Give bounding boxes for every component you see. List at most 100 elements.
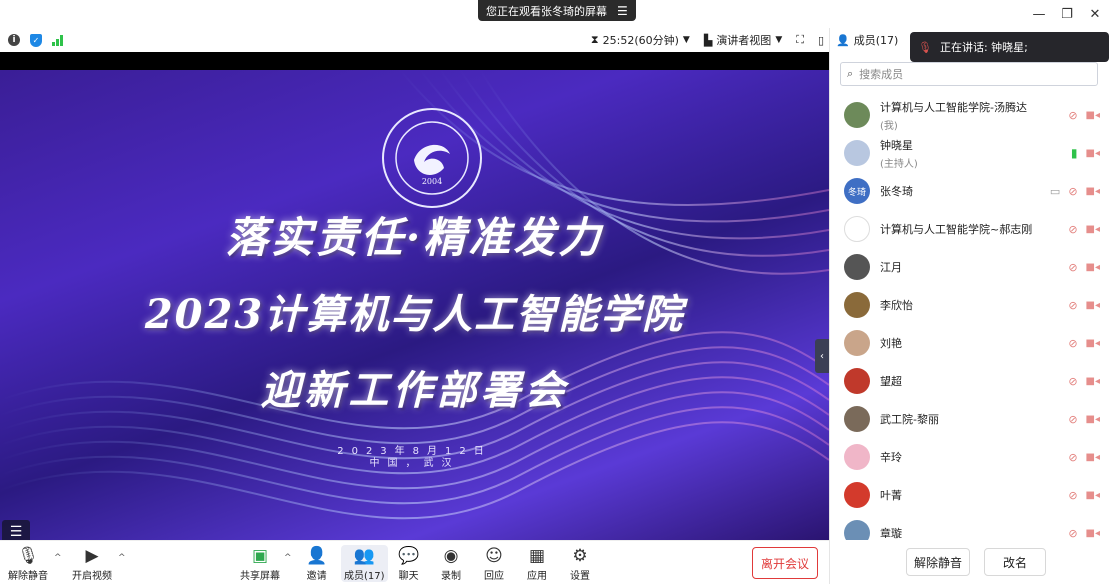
apps-label: 应用	[527, 571, 547, 582]
mic-off-icon[interactable]: ⊘	[1068, 185, 1077, 198]
member-info: 钟晓星 (主持人)	[880, 137, 918, 170]
avatar	[844, 482, 870, 508]
slide-title-line2: 2023计算机与人工智能学院	[144, 291, 685, 338]
camera-off-icon[interactable]: ■◂	[1086, 376, 1100, 387]
members-panel: 👤 成员(17) ⌕ 搜索成员 计算机与人工智能学院-汤腾达 (我) ⊘ ■◂ 钟晓星 (…	[829, 28, 1109, 584]
avatar	[844, 254, 870, 280]
member-row[interactable]: 刘艳 ⊘ ■◂	[830, 324, 1109, 362]
member-status-icons: ▭ ⊘ ■◂	[1050, 185, 1100, 198]
avatar	[844, 520, 870, 540]
mic-off-icon[interactable]: ⊘	[1068, 261, 1077, 274]
invite-button[interactable]: 👤 邀请	[306, 545, 327, 582]
members-button[interactable]: 👥 成员(17)	[341, 545, 388, 582]
avatar	[844, 444, 870, 470]
view-switcher[interactable]: ▙ 演讲者视图 ▼	[704, 32, 782, 48]
member-info: 江月	[880, 259, 902, 275]
member-info: 计算机与人工智能学院-汤腾达 (我)	[880, 99, 1027, 132]
member-name: 望超	[880, 375, 902, 388]
share-screen-label: 共享屏幕	[240, 571, 280, 582]
member-row[interactable]: 望超 ⊘ ■◂	[830, 362, 1109, 400]
mic-off-icon[interactable]: ⊘	[1068, 299, 1077, 312]
member-row[interactable]: 计算机与人工智能学院-汤腾达 (我) ⊘ ■◂	[830, 96, 1109, 134]
leave-meeting-button[interactable]: 离开会议	[752, 547, 818, 579]
member-info: 叶菁	[880, 487, 902, 503]
member-name: 钟晓星	[880, 138, 913, 152]
member-row[interactable]: 章璇 ⊘ ■◂	[830, 514, 1109, 540]
member-status-icons: ⊘ ■◂	[1068, 451, 1100, 464]
mic-off-icon[interactable]: ⊘	[1068, 413, 1077, 426]
camera-off-icon[interactable]: ■◂	[1086, 528, 1100, 539]
screen-share-notice[interactable]: 您正在观看张冬琦的屏幕 ☰	[478, 0, 636, 21]
svg-text:2004: 2004	[422, 177, 442, 186]
chevron-down-icon: ▼	[682, 35, 690, 45]
start-video-button[interactable]: ▶ 开启视频	[72, 545, 112, 582]
share-screen-button[interactable]: ▣ 共享屏幕	[240, 545, 280, 582]
member-row[interactable]: 计算机与人工智能学院~郝志刚 ⊘ ■◂	[830, 210, 1109, 248]
meeting-timer[interactable]: ⧗ 25:52(60分钟) ▼	[591, 32, 690, 48]
camera-off-icon[interactable]: ■◂	[1086, 262, 1100, 273]
member-row[interactable]: 辛玲 ⊘ ■◂	[830, 438, 1109, 476]
member-status-icons: ⊘ ■◂	[1068, 413, 1100, 426]
restore-icon[interactable]: ❐	[1053, 7, 1081, 22]
mic-off-icon[interactable]: ⊘	[1068, 223, 1077, 236]
member-row[interactable]: 钟晓星 (主持人) ▮ ■◂	[830, 134, 1109, 172]
sidebar-toggle-icon[interactable]: ▯	[818, 34, 824, 47]
member-row[interactable]: 冬琦 张冬琦 ▭ ⊘ ■◂	[830, 172, 1109, 210]
member-row[interactable]: 武工院-黎丽 ⊘ ■◂	[830, 400, 1109, 438]
apps-button[interactable]: ▦ 应用	[527, 545, 547, 582]
camera-off-icon[interactable]: ■◂	[1086, 452, 1100, 463]
camera-off-icon[interactable]: ■◂	[1086, 110, 1100, 121]
member-row[interactable]: 江月 ⊘ ■◂	[830, 248, 1109, 286]
mic-off-icon[interactable]: ⊘	[1068, 527, 1077, 540]
invite-label: 邀请	[306, 571, 327, 582]
record-icon: ◉	[443, 546, 459, 566]
list-icon[interactable]: ☰	[2, 520, 30, 540]
slide-location: 中国，武汉	[369, 458, 460, 469]
slide-title-line3: 迎新工作部署会	[260, 367, 569, 414]
signal-icon[interactable]	[52, 34, 63, 46]
mic-off-icon[interactable]: ⊘	[1068, 489, 1077, 502]
info-icon[interactable]: i	[8, 34, 20, 46]
camera-off-icon[interactable]: ■◂	[1086, 186, 1100, 197]
camera-off-icon[interactable]: ■◂	[1086, 338, 1100, 349]
camera-off-icon[interactable]: ■◂	[1086, 300, 1100, 311]
member-name: 计算机与人工智能学院~郝志刚	[880, 223, 1033, 236]
rename-button[interactable]: 改名	[984, 548, 1046, 576]
close-icon[interactable]: ✕	[1081, 7, 1109, 22]
member-name: 江月	[880, 261, 902, 274]
mic-on-icon[interactable]: ▮	[1071, 146, 1078, 160]
avatar	[844, 406, 870, 432]
mic-off-icon[interactable]: ⊘	[1068, 451, 1077, 464]
presentation-slide: 2004 落实责任·精准发力 2023计算机与人工智能学院 迎新工作部署会 20…	[0, 70, 829, 540]
collapse-panel-icon[interactable]: ‹	[815, 339, 829, 373]
share-notice-text: 您正在观看张冬琦的屏幕	[486, 4, 607, 18]
mic-off-icon[interactable]: ⊘	[1068, 109, 1077, 122]
avatar	[844, 102, 870, 128]
menu-icon[interactable]: ☰	[617, 4, 628, 18]
camera-off-icon[interactable]: ■◂	[1086, 224, 1100, 235]
fullscreen-icon[interactable]: ⛶	[796, 33, 804, 47]
video-options-icon[interactable]: ^	[118, 553, 126, 563]
unmute-button[interactable]: 🎙 解除静音	[8, 545, 48, 582]
avatar	[844, 140, 870, 166]
audio-options-icon[interactable]: ^	[54, 553, 62, 563]
mic-off-icon[interactable]: ⊘	[1068, 337, 1077, 350]
member-row[interactable]: 李欣怡 ⊘ ■◂	[830, 286, 1109, 324]
member-search-input[interactable]: ⌕ 搜索成员	[840, 62, 1098, 86]
camera-off-icon[interactable]: ■◂	[1086, 414, 1100, 425]
share-options-icon[interactable]: ^	[284, 553, 292, 563]
view-label: 演讲者视图	[716, 34, 772, 47]
record-button[interactable]: ◉ 录制	[441, 545, 461, 582]
members-label: 成员(17)	[344, 571, 385, 582]
unmute-all-button[interactable]: 解除静音	[906, 548, 970, 576]
settings-button[interactable]: ⚙ 设置	[570, 545, 590, 582]
chat-button[interactable]: 💬 聊天	[398, 545, 419, 582]
camera-off-icon[interactable]: ■◂	[1086, 490, 1100, 501]
minimize-icon[interactable]: —	[1025, 7, 1053, 22]
mic-off-icon[interactable]: ⊘	[1068, 375, 1077, 388]
member-row[interactable]: 叶菁 ⊘ ■◂	[830, 476, 1109, 514]
camera-off-icon[interactable]: ■◂	[1086, 148, 1100, 159]
avatar	[844, 330, 870, 356]
react-button[interactable]: ☺ 回应	[484, 545, 504, 582]
security-shield-icon[interactable]: ✓	[30, 33, 42, 47]
